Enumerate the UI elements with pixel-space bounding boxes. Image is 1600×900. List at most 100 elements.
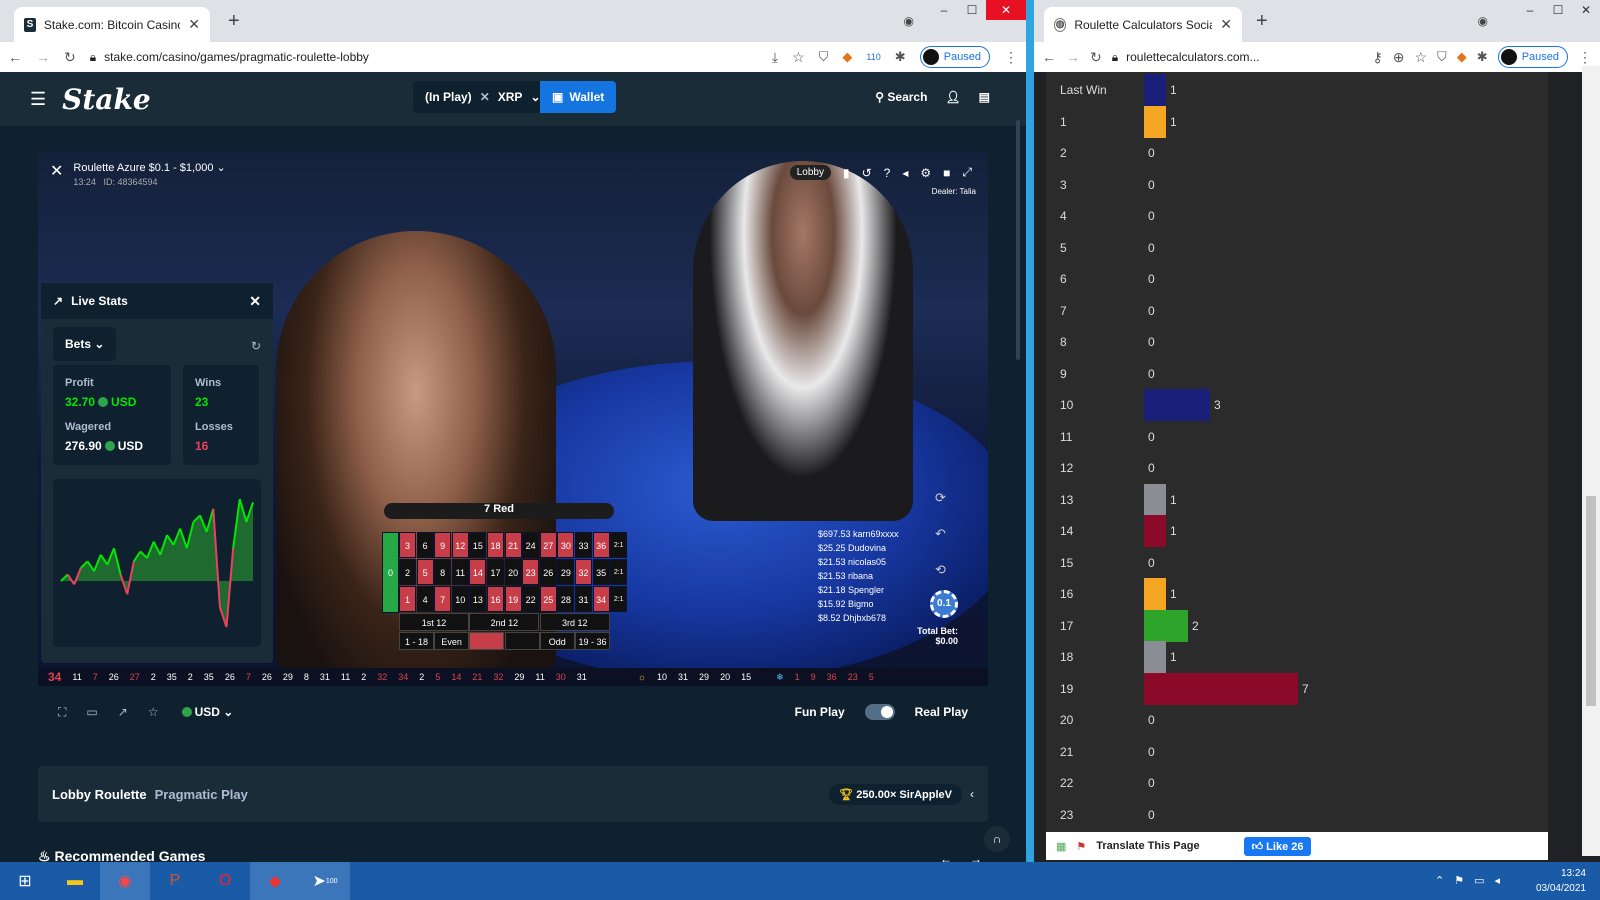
new-tab-icon[interactable]: +: [228, 10, 240, 33]
chevron-left-icon[interactable]: ‹: [970, 787, 974, 801]
board-cell-8[interactable]: 8: [434, 559, 452, 585]
url-field-right[interactable]: 🔒︎ roulettecalculators.com...: [1111, 44, 1363, 70]
carousel-next-icon[interactable]: →: [970, 852, 982, 862]
support-headset-icon[interactable]: ∩: [984, 826, 1010, 852]
user-icon[interactable]: 👤︎: [945, 90, 960, 104]
page-scrollbar[interactable]: [1016, 120, 1020, 360]
outside-bet[interactable]: 1 - 18: [399, 632, 434, 650]
board-cell-34[interactable]: 34: [592, 586, 610, 612]
expand-icon[interactable]: ⛶: [58, 705, 66, 720]
stake-logo[interactable]: Stake: [62, 83, 151, 116]
minimize-icon[interactable]: –: [930, 0, 958, 20]
fullscreen-icon[interactable]: ⤢: [962, 165, 972, 180]
grid-icon[interactable]: ▦: [1056, 840, 1066, 853]
tab-search-icon[interactable]: ◉: [904, 14, 914, 28]
translate-link[interactable]: Translate This Page: [1096, 840, 1199, 852]
board-cell-30[interactable]: 30: [557, 532, 575, 558]
play-mode-toggle[interactable]: [864, 704, 895, 720]
maximize-icon[interactable]: ☐: [958, 0, 986, 20]
board-cell-32[interactable]: 32: [575, 559, 592, 585]
zoom-icon[interactable]: ⊕: [1393, 49, 1405, 66]
volume-icon[interactable]: ◂: [902, 166, 908, 180]
settings-gear-icon[interactable]: ⚙: [920, 166, 931, 180]
network-icon[interactable]: ▭: [1474, 874, 1484, 887]
board-cell-9[interactable]: 9: [434, 532, 452, 558]
flag-icon[interactable]: ⚑: [1454, 874, 1464, 887]
board-cell-15[interactable]: 15: [469, 532, 487, 558]
url-field[interactable]: 🔒︎ stake.com/casino/games/pragmatic-roul…: [89, 44, 758, 70]
rebet-icon[interactable]: ⟳: [935, 490, 946, 506]
menu-kebab-icon[interactable]: ⋮: [1578, 49, 1592, 66]
board-cell-27[interactable]: 27: [539, 532, 557, 558]
tray-chevron-icon[interactable]: ⌃: [1435, 874, 1444, 887]
close-game-icon[interactable]: ✕: [50, 161, 63, 181]
telegram-icon[interactable]: ➤ 100: [300, 862, 350, 900]
video-camera-icon[interactable]: ■: [943, 166, 950, 180]
extension-badge-icon[interactable]: 110: [866, 52, 880, 62]
carousel-prev-icon[interactable]: ←: [940, 852, 952, 862]
board-cell-22[interactable]: 22: [522, 586, 540, 612]
reload-icon[interactable]: ↻: [64, 49, 76, 66]
puzzle-extensions-icon[interactable]: ✱: [1477, 49, 1488, 65]
install-icon[interactable]: ⤓: [772, 49, 778, 66]
board-cell-7[interactable]: 7: [434, 586, 452, 612]
big-win-badge[interactable]: 🏆︎ 250.00× SirAppleV: [829, 783, 962, 805]
powerpoint-icon[interactable]: P: [150, 862, 200, 900]
board-cell-5[interactable]: 5: [416, 559, 434, 585]
board-cell-18[interactable]: 18: [487, 532, 504, 558]
board-cell-21[interactable]: 21: [504, 532, 522, 558]
refresh-icon[interactable]: ↻: [251, 339, 261, 353]
board-cell-26[interactable]: 26: [539, 559, 557, 585]
game-name-dropdown[interactable]: Roulette Azure $0.1 - $1,000 ⌄: [73, 161, 225, 174]
hamburger-icon[interactable]: ☰: [30, 89, 46, 110]
help-icon[interactable]: ?: [884, 166, 891, 180]
board-cell-35[interactable]: 35: [592, 559, 610, 585]
close-tab-icon[interactable]: ✕: [188, 16, 200, 33]
shield-extension-icon[interactable]: ⛉: [819, 49, 829, 65]
window-close-icon[interactable]: ✕: [986, 0, 1026, 20]
board-cell-0[interactable]: 0: [382, 532, 399, 613]
chat-icon[interactable]: ▤: [979, 90, 990, 104]
column-bet[interactable]: 2:1: [610, 559, 628, 585]
board-cell-23[interactable]: 23: [522, 559, 540, 585]
board-cell-13[interactable]: 13: [469, 586, 487, 612]
dozen-bet[interactable]: 1st 12: [399, 613, 469, 631]
key-icon[interactable]: ⚷: [1372, 49, 1382, 66]
outside-bet[interactable]: [504, 632, 540, 650]
metamask-icon[interactable]: ◆: [842, 49, 852, 65]
balance-selector[interactable]: (In Play) ✕ XRP ⌄: [413, 81, 553, 113]
board-cell-31[interactable]: 31: [575, 586, 592, 612]
search-button[interactable]: ⚲ Search: [875, 90, 927, 104]
shield-extension-icon[interactable]: ⛉: [1437, 49, 1447, 65]
board-cell-3[interactable]: 3: [399, 532, 416, 558]
provider-name[interactable]: Pragmatic Play: [155, 787, 248, 802]
column-bet[interactable]: 2:1: [610, 532, 628, 558]
clock[interactable]: 13:24 03/04/2021: [1536, 866, 1586, 896]
board-cell-4[interactable]: 4: [416, 586, 434, 612]
board-cell-17[interactable]: 17: [487, 559, 504, 585]
back-icon[interactable]: ←: [8, 49, 22, 65]
board-cell-20[interactable]: 20: [504, 559, 522, 585]
scroll-thumb[interactable]: [1586, 496, 1596, 706]
bookmark-star-icon[interactable]: ☆: [792, 49, 805, 66]
volume-icon[interactable]: ◂: [1494, 874, 1500, 887]
board-cell-12[interactable]: 12: [451, 532, 469, 558]
outside-bet[interactable]: [469, 632, 505, 650]
lobby-button[interactable]: Lobby: [789, 165, 831, 180]
forward-icon[interactable]: →: [36, 49, 50, 65]
metamask-icon[interactable]: ◆: [1457, 49, 1467, 65]
board-cell-6[interactable]: 6: [416, 532, 434, 558]
currency-selector[interactable]: USD ⌄: [179, 705, 233, 719]
outside-bet[interactable]: Odd: [539, 632, 575, 650]
close-tab-icon[interactable]: ✕: [1220, 16, 1232, 33]
opera-icon[interactable]: O: [200, 862, 250, 900]
board-cell-33[interactable]: 33: [575, 532, 592, 558]
history-icon[interactable]: ↺: [862, 166, 872, 180]
outside-bet[interactable]: Even: [434, 632, 470, 650]
outside-bet[interactable]: 19 - 36: [575, 632, 610, 650]
chip-selector[interactable]: 0.1: [930, 590, 958, 618]
reload-icon[interactable]: ↻: [1090, 49, 1102, 66]
board-cell-19[interactable]: 19: [504, 586, 522, 612]
windows-start-icon[interactable]: ⊞: [0, 862, 50, 900]
back-icon[interactable]: ←: [1042, 49, 1056, 65]
